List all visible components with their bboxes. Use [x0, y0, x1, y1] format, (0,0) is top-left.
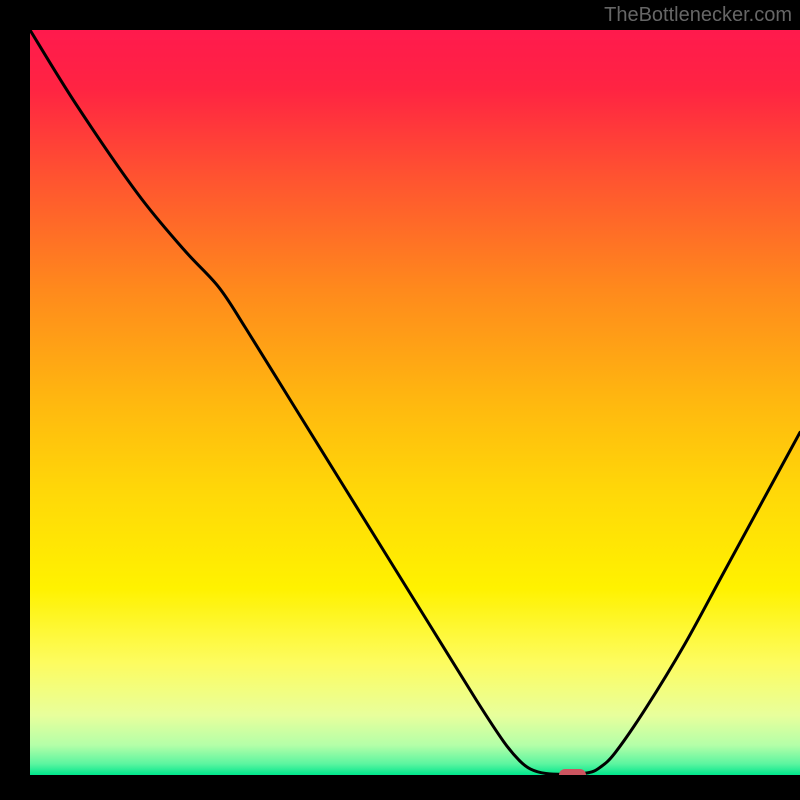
chart-container: TheBottlenecker.com [0, 0, 800, 800]
optimal-marker [559, 769, 586, 775]
plot-area [30, 30, 800, 775]
bottleneck-curve [30, 30, 800, 775]
watermark-text: TheBottlenecker.com [604, 4, 792, 27]
